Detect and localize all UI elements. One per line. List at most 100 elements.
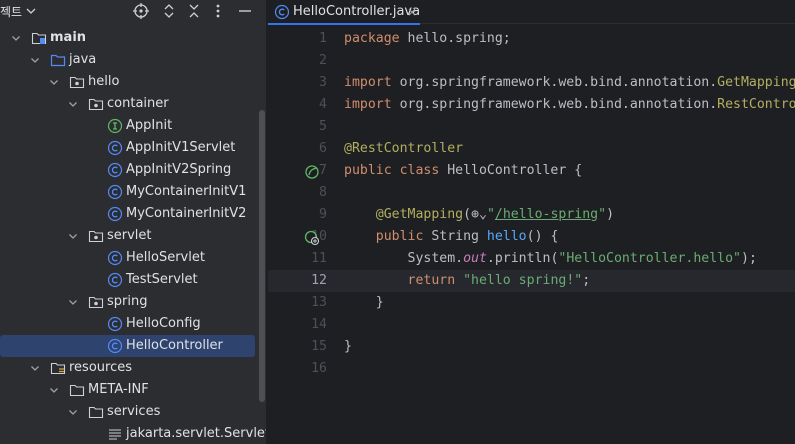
tree-item-label: META-INF [88, 382, 149, 397]
tree-item-label: MyContainerInitV2 [126, 206, 247, 221]
panel-title[interactable]: 젝트 [0, 3, 22, 20]
tree-item[interactable]: main [0, 27, 255, 49]
line-number: 4 [319, 97, 327, 112]
line-number: 6 [319, 141, 327, 156]
code-line[interactable]: 12 return "hello spring!"; [268, 270, 795, 292]
code-token: String [431, 229, 487, 244]
project-panel: 젝트 main java hello container AppInit AppInitV… [0, 0, 267, 444]
tree-item[interactable]: services [0, 401, 255, 423]
editor: HelloController.java × 1 package hello.sp… [268, 0, 795, 444]
tree-item[interactable]: AppInitV2Spring [0, 159, 255, 181]
tree-item[interactable]: resources [0, 357, 255, 379]
code-text: import org.springframework.web.bind.anno… [344, 94, 795, 116]
chevron-down-icon[interactable] [67, 406, 79, 418]
code-text: return "hello spring!"; [344, 270, 591, 292]
tree-item-label: servlet [107, 228, 152, 243]
tab-hello-controller[interactable]: HelloController.java × [268, 0, 420, 25]
spring-bean-icon[interactable] [304, 164, 320, 180]
code-text: import org.springframework.web.bind.anno… [344, 72, 795, 94]
tree-item[interactable]: TestServlet [0, 269, 255, 291]
code-token: return [407, 273, 464, 288]
tree-item[interactable]: jakarta.servlet.ServletContainerInitiali… [0, 423, 267, 444]
code-line[interactable]: 3 import org.springframework.web.bind.ann… [268, 72, 795, 94]
chevron-down-icon[interactable] [10, 32, 22, 44]
code-area[interactable]: 1 package hello.spring; 2 3 import org.sprin… [268, 28, 795, 444]
chevron-down-icon[interactable] [29, 362, 41, 374]
chevron-down-icon[interactable] [67, 98, 79, 110]
locate-file-icon[interactable] [132, 2, 150, 20]
tree-item[interactable]: HelloController [0, 335, 255, 357]
tree-item[interactable]: HelloConfig [0, 313, 255, 335]
tree-item-label: container [107, 96, 169, 111]
code-line[interactable]: 1 package hello.spring; [268, 28, 795, 50]
code-token: ) [606, 207, 615, 222]
code-token: @RestController [344, 141, 464, 156]
tree-item[interactable]: HelloServlet [0, 247, 255, 269]
code-token: " [486, 207, 495, 222]
chevron-down-icon[interactable] [29, 54, 41, 66]
code-token: " [598, 207, 607, 222]
code-token: HelloController { [447, 163, 583, 178]
tree-item[interactable]: hello [0, 71, 255, 93]
code-token: import [344, 97, 400, 112]
collapse-all-icon[interactable] [185, 2, 203, 20]
line-number: 11 [311, 251, 327, 266]
code-token: @GetMapping [375, 207, 464, 222]
chevron-down-icon[interactable] [48, 76, 60, 88]
code-token: ); [741, 251, 757, 266]
code-line[interactable]: 6 @RestController [268, 138, 795, 160]
code-line[interactable]: 9 @GetMapping(⊕⌄"/hello-spring") [268, 204, 795, 226]
chevron-down-icon[interactable] [67, 230, 79, 242]
chevron-down-icon[interactable] [67, 296, 79, 308]
tree-item[interactable]: AppInit [0, 115, 255, 137]
class-icon [107, 184, 123, 200]
tree-item[interactable]: MyContainerInitV1 [0, 181, 255, 203]
code-line[interactable]: 16 [268, 358, 795, 380]
endpoint-icon[interactable] [304, 230, 320, 246]
source-root-folder-icon [31, 30, 47, 46]
tree-item[interactable]: MyContainerInitV2 [0, 203, 255, 225]
code-line[interactable]: 14 [268, 314, 795, 336]
expand-all-icon[interactable] [160, 2, 178, 20]
code-line[interactable]: 15} [268, 336, 795, 358]
code-line[interactable]: 2 [268, 50, 795, 72]
tree-item[interactable]: container [0, 93, 255, 115]
code-token: () { [526, 229, 559, 244]
line-number: 15 [311, 339, 327, 354]
code-line[interactable]: 7 public class HelloController { [268, 160, 795, 182]
code-text: public String hello() { [344, 226, 559, 248]
tree-item-label: HelloServlet [126, 250, 205, 265]
code-line[interactable]: 4 import org.springframework.web.bind.ann… [268, 94, 795, 116]
code-token: org.springframework.web.bind.annotation. [399, 75, 718, 90]
code-token: ( [463, 207, 472, 222]
line-number: 13 [311, 295, 327, 310]
text-file-icon [107, 426, 123, 442]
class-icon [107, 206, 123, 222]
tree-item[interactable]: META-INF [0, 379, 255, 401]
code-line[interactable]: 11 System.out.println("HelloController.h… [268, 248, 795, 270]
code-text: } [344, 292, 384, 314]
hide-panel-icon[interactable] [236, 2, 254, 20]
code-token: } [344, 295, 384, 310]
tree-item[interactable]: spring [0, 291, 255, 313]
chevron-down-icon[interactable] [48, 384, 60, 396]
code-token: package [344, 31, 408, 46]
tree-item[interactable]: java [0, 49, 255, 71]
class-icon [107, 272, 123, 288]
class-icon [107, 316, 123, 332]
code-line[interactable]: 10 public String hello() { [268, 226, 795, 248]
tree-item[interactable]: AppInitV1Servlet [0, 137, 255, 159]
panel-scrollbar[interactable] [259, 110, 265, 402]
code-line[interactable]: 13 } [268, 292, 795, 314]
tree-item-label: main [50, 30, 87, 45]
code-token: "hello spring!" [463, 273, 583, 288]
code-line[interactable]: 8 [268, 182, 795, 204]
options-menu-icon[interactable] [209, 2, 227, 20]
code-line[interactable]: 5 [268, 116, 795, 138]
tree-item[interactable]: servlet [0, 225, 255, 247]
close-icon[interactable]: × [407, 4, 417, 20]
line-number: 1 [319, 31, 327, 46]
code-text: package hello.spring; [344, 28, 511, 50]
chevron-down-icon[interactable] [25, 4, 37, 18]
